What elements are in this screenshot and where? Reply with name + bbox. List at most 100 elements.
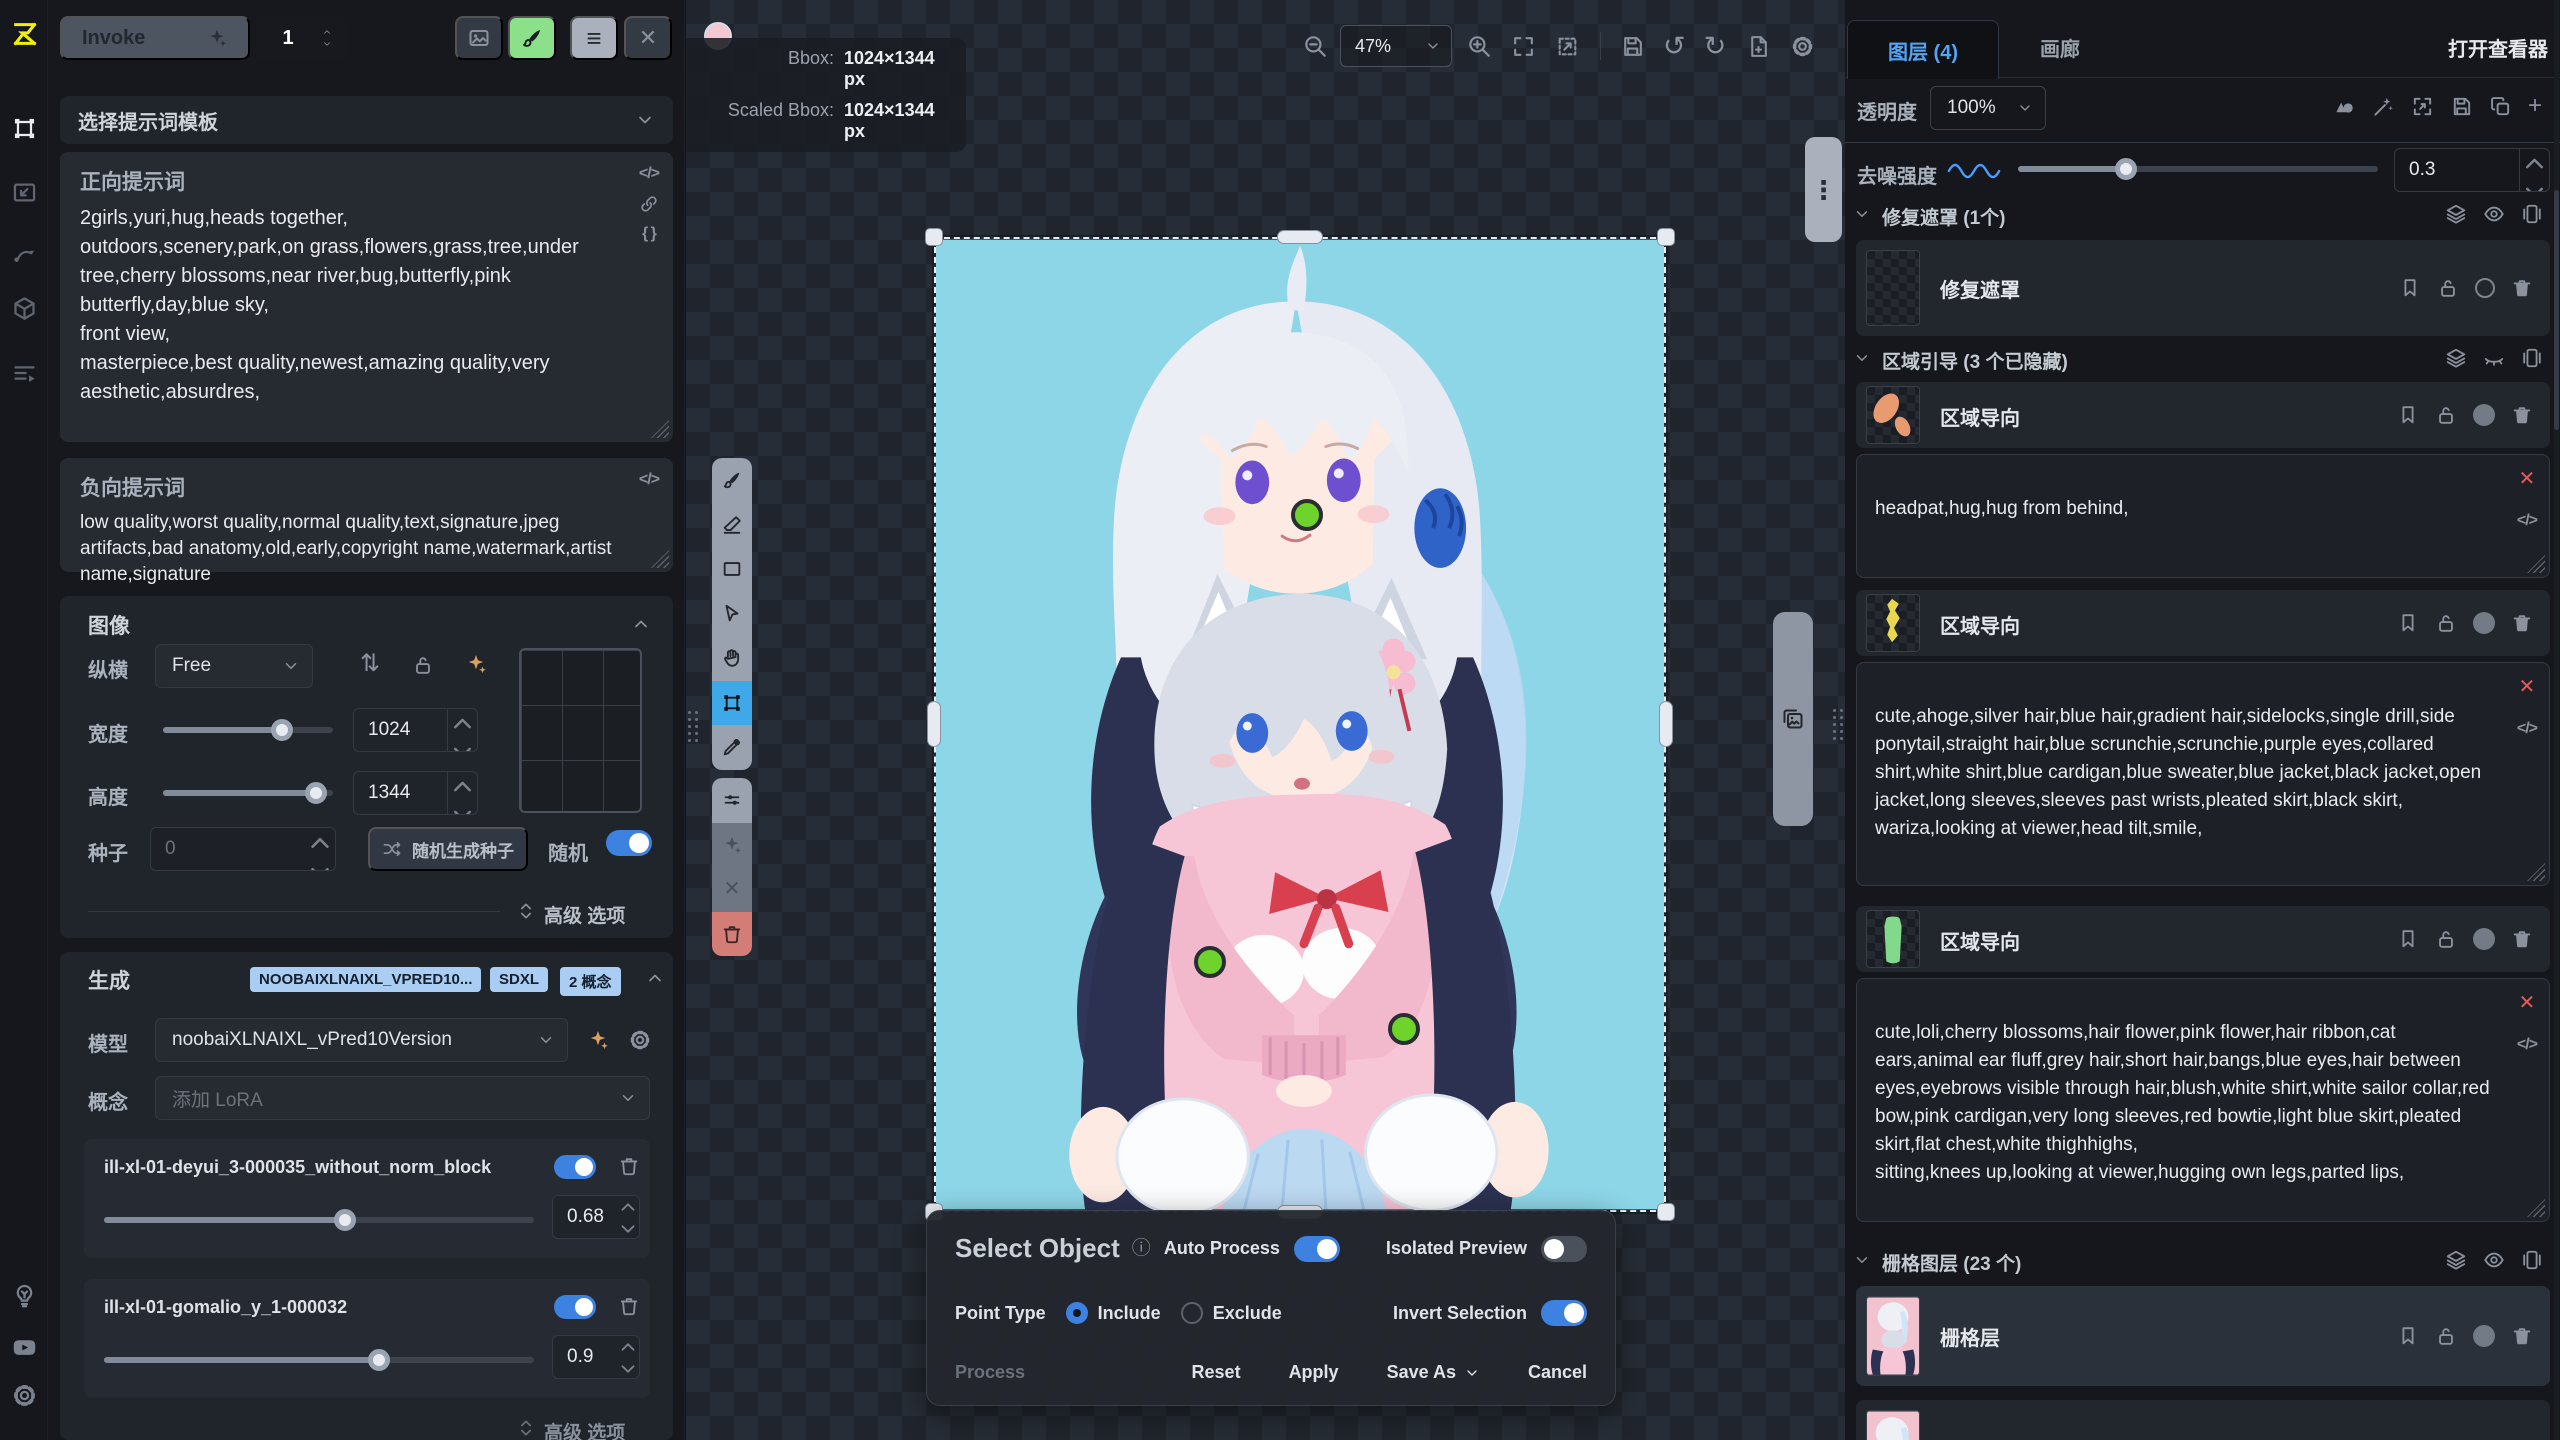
- include-radio[interactable]: [1066, 1302, 1088, 1324]
- lock-icon[interactable]: [2435, 928, 2457, 950]
- panel-resize-grip[interactable]: [1832, 696, 1844, 752]
- regional-prompt-textarea[interactable]: cute,loli,cherry blossoms,hair flower,pi…: [1856, 978, 2550, 1222]
- reset-button[interactable]: Reset: [1192, 1362, 1241, 1383]
- step-up-icon[interactable]: [305, 828, 335, 858]
- inpaint-mask-layer-row[interactable]: 修复遮罩: [1856, 240, 2550, 336]
- eye-icon[interactable]: [2483, 203, 2505, 225]
- bookmark-icon[interactable]: [2399, 277, 2421, 299]
- generation-bbox[interactable]: [934, 237, 1666, 1212]
- lock-aspect-icon[interactable]: [412, 654, 434, 676]
- scrollbar[interactable]: [2554, 0, 2559, 1440]
- tab-gallery[interactable]: 画廊: [2040, 16, 2080, 78]
- nav-workflows-icon[interactable]: [11, 240, 38, 267]
- iterations-stepper[interactable]: 1: [256, 16, 346, 60]
- bbox-handle-e[interactable]: [1659, 701, 1673, 747]
- step-down-icon[interactable]: [448, 738, 477, 752]
- canvas-mode-button[interactable]: [508, 16, 556, 60]
- resize-handle[interactable]: [2527, 863, 2545, 881]
- include-point[interactable]: [1291, 499, 1323, 531]
- positive-prompt-text[interactable]: 2girls,yuri,hug,heads together, outdoors…: [80, 204, 625, 407]
- lora-weight-input[interactable]: 0.68: [552, 1195, 640, 1239]
- zoom-in-icon[interactable]: [1466, 33, 1492, 59]
- trash-icon[interactable]: [2511, 1325, 2533, 1347]
- collapse-icon[interactable]: [631, 614, 651, 634]
- fit-to-view-icon[interactable]: [1511, 34, 1536, 59]
- bookmark-icon[interactable]: [2397, 404, 2419, 426]
- isolated-preview-toggle[interactable]: [1541, 1236, 1587, 1262]
- filter-button[interactable]: [712, 778, 752, 823]
- code-icon[interactable]: </>: [639, 472, 659, 488]
- step-up-icon[interactable]: [617, 1336, 639, 1358]
- delete-prompt-icon[interactable]: ✕: [2519, 989, 2536, 1017]
- isolate-icon[interactable]: [2521, 347, 2543, 369]
- invert-selection-toggle[interactable]: [1541, 1300, 1587, 1326]
- step-down-icon[interactable]: [2520, 178, 2549, 192]
- color-indicator[interactable]: [2473, 928, 2495, 950]
- color-indicator[interactable]: [2473, 404, 2495, 426]
- aspect-select[interactable]: Free: [155, 644, 313, 688]
- canvas-settings-icon[interactable]: [1790, 34, 1815, 59]
- apply-button[interactable]: Apply: [1289, 1362, 1339, 1383]
- layer-thumbnail[interactable]: [1866, 1296, 1920, 1376]
- denoise-input[interactable]: 0.3: [2394, 148, 2550, 192]
- lora-toggle[interactable]: [554, 1295, 596, 1319]
- lora-weight-slider[interactable]: [104, 1217, 534, 1223]
- random-toggle[interactable]: [606, 830, 652, 856]
- isolate-icon[interactable]: [2521, 203, 2543, 225]
- advanced-options-label[interactable]: 高级 选项: [544, 901, 625, 928]
- step-down-icon[interactable]: [617, 1218, 639, 1239]
- nav-models-icon[interactable]: [11, 295, 38, 322]
- step-up-icon[interactable]: [448, 772, 477, 801]
- raster-layer-row[interactable]: 栅格层: [1856, 1400, 2550, 1440]
- resize-handle[interactable]: [2527, 1199, 2545, 1217]
- move-tool[interactable]: [712, 592, 752, 637]
- eye-closed-icon[interactable]: [2483, 347, 2505, 369]
- add-layer-icon[interactable]: +: [2528, 94, 2542, 118]
- opacity-select[interactable]: 100%: [1930, 86, 2046, 130]
- layers-icon[interactable]: [2445, 347, 2467, 369]
- zoom-out-icon[interactable]: [1302, 33, 1328, 59]
- regional-guidance-section-header[interactable]: 区域引导 (3 个已隐藏): [1845, 344, 2560, 376]
- step-down-icon[interactable]: [448, 801, 477, 815]
- invoke-button[interactable]: Invoke: [60, 16, 250, 60]
- code-icon[interactable]: </>: [2517, 715, 2537, 743]
- layer-thumbnail[interactable]: [1866, 910, 1920, 968]
- code-icon[interactable]: </>: [639, 166, 659, 182]
- swap-dimensions-icon[interactable]: ⇅: [360, 652, 380, 676]
- nav-canvas-icon[interactable]: [11, 115, 38, 142]
- new-canvas-icon[interactable]: [1746, 34, 1771, 59]
- scrollbar-thumb[interactable]: [2554, 190, 2559, 430]
- color-indicator[interactable]: [2473, 612, 2495, 634]
- save-as-button[interactable]: Save As: [1387, 1362, 1456, 1383]
- lora-weight-slider[interactable]: [104, 1357, 534, 1363]
- panel-resize-grip[interactable]: [687, 698, 699, 754]
- bbox-handle-se[interactable]: [1657, 1203, 1675, 1221]
- cancel-button[interactable]: Cancel: [1528, 1362, 1587, 1383]
- braces-icon[interactable]: { }: [642, 226, 656, 242]
- eraser-tool[interactable]: [712, 503, 752, 548]
- nav-upscale-icon[interactable]: [11, 179, 38, 206]
- zoom-select[interactable]: 47%: [1340, 25, 1452, 67]
- auto-process-toggle[interactable]: [1294, 1236, 1340, 1262]
- denoise-slider[interactable]: [2018, 166, 2378, 172]
- redo-icon[interactable]: ↻: [1704, 33, 1727, 60]
- canvas-area[interactable]: Bbox: 1024×1344 px Scaled Bbox: 1024×134…: [686, 0, 1845, 1440]
- inpaint-mask-section-header[interactable]: 修复遮罩 (1个): [1845, 200, 2560, 232]
- bbox-tool-active[interactable]: [712, 681, 752, 726]
- step-up-icon[interactable]: [448, 709, 477, 738]
- gallery-mode-button[interactable]: [455, 16, 503, 60]
- rect-tool[interactable]: [712, 547, 752, 592]
- bookmark-icon[interactable]: [2397, 928, 2419, 950]
- regional-guidance-row[interactable]: 区域导向: [1856, 382, 2550, 448]
- chevron-down-icon[interactable]: [320, 39, 334, 49]
- expand-advanced-icon[interactable]: [516, 1418, 536, 1438]
- canvas-menu-button[interactable]: ⋮: [1805, 137, 1842, 242]
- layer-thumbnail[interactable]: [1866, 250, 1920, 326]
- lock-icon[interactable]: [2435, 1325, 2457, 1347]
- regional-guidance-row[interactable]: 区域导向: [1856, 906, 2550, 972]
- bbox-handle-w[interactable]: [927, 701, 941, 747]
- chevron-up-icon[interactable]: [320, 27, 334, 37]
- layer-thumbnail[interactable]: [1866, 594, 1920, 652]
- bookmark-icon[interactable]: [2397, 612, 2419, 634]
- model-sparkle-icon[interactable]: [586, 1028, 610, 1052]
